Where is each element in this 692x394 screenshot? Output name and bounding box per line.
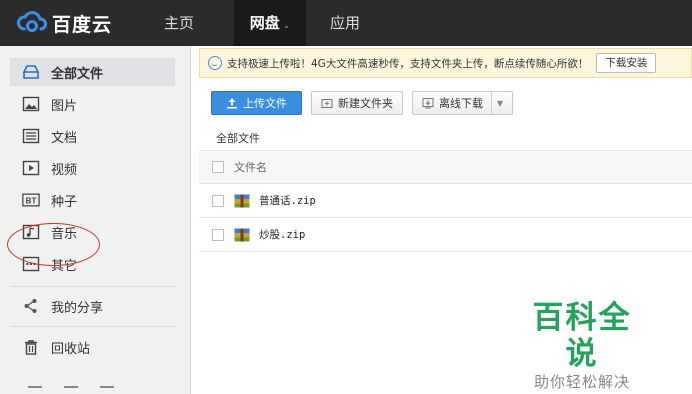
upload-button[interactable]: 上传文件 [211, 91, 302, 115]
sidebar-item-label: 全部文件 [51, 66, 104, 82]
sidebar-item-documents[interactable]: 文档 [10, 122, 175, 150]
table-row[interactable]: 普通话.zip [199, 184, 692, 218]
new-folder-button-label: 新建文件夹 [338, 97, 393, 110]
bottom-icon[interactable] [64, 386, 78, 394]
nav-home[interactable]: 主页 [164, 0, 194, 46]
file-name[interactable]: 普通话.zip [259, 193, 316, 208]
file-name[interactable]: 炒股.zip [259, 227, 305, 242]
zip-file-icon [234, 194, 250, 208]
new-folder-button[interactable]: 新建文件夹 [311, 91, 403, 115]
column-header-filename[interactable]: 文件名 [234, 159, 267, 175]
smile-icon [208, 56, 222, 70]
sidebar-bottom-icons [28, 386, 114, 394]
new-folder-icon [321, 97, 333, 109]
sidebar-item-label: 图片 [51, 98, 78, 114]
dropdown-arrow-icon[interactable]: ▼ [491, 92, 503, 114]
sidebar-item-label: 文档 [51, 130, 78, 146]
breadcrumb[interactable]: 全部文件 [216, 130, 260, 146]
sidebar-item-images[interactable]: 图片 [10, 90, 175, 118]
download-install-button[interactable]: 下载安装 [596, 53, 657, 73]
offline-download-icon [422, 97, 434, 109]
notice-bar: 支持极速上传啦！4G大文件高速秒传，支持文件夹上传，断点续传随心所欲！ 下载安装 [199, 48, 692, 78]
toolbar: 上传文件 新建文件夹 离线下载 ▼ [211, 91, 514, 115]
file-list: 文件名 普通话.zip 炒股.zip [199, 150, 692, 252]
sidebar-divider [10, 286, 175, 287]
table-row[interactable]: 炒股.zip [199, 218, 692, 252]
row-checkbox[interactable] [212, 194, 224, 207]
share-icon [22, 297, 40, 315]
zip-file-icon [234, 228, 250, 242]
cloud-logo-icon [17, 11, 48, 32]
offline-download-button[interactable]: 离线下载 ▼ [412, 91, 514, 115]
video-icon [22, 159, 40, 177]
upload-icon [226, 97, 238, 109]
sidebar-divider [10, 326, 175, 327]
notice-text: 支持极速上传啦！4G大文件高速秒传，支持文件夹上传，断点续传随心所欲！ [227, 57, 589, 70]
sidebar-item-my-shares[interactable]: 我的分享 [10, 292, 175, 320]
sidebar-item-videos[interactable]: 视频 [10, 154, 175, 182]
watermark-subtitle: 助你轻松解决 [533, 373, 630, 391]
sidebar: 全部文件 图片 文档 视频 BT 种子 音乐 其它 我的分享 回收站 [0, 46, 191, 394]
sidebar-item-label: 我的分享 [51, 300, 104, 316]
trash-icon [22, 338, 40, 356]
select-all-checkbox[interactable] [212, 161, 224, 173]
row-checkbox[interactable] [212, 228, 224, 241]
watermark: 百科全说 助你轻松解决 [517, 300, 647, 392]
bt-icon-text: BT [26, 197, 37, 206]
chevron-down-icon: ⌄ [282, 21, 291, 31]
logo-text: 百度云 [52, 13, 113, 36]
red-annotation-circle [7, 223, 100, 266]
sidebar-item-all-files[interactable]: 全部文件 [10, 58, 175, 86]
sidebar-item-label: 回收站 [51, 341, 91, 357]
image-icon [22, 95, 40, 113]
bottom-icon[interactable] [28, 386, 42, 394]
offline-download-button-label: 离线下载 [439, 97, 483, 110]
bt-icon: BT [22, 191, 40, 209]
nav-netdisk-label: 网盘 [249, 14, 280, 32]
document-icon [22, 127, 40, 145]
file-list-header: 文件名 [199, 150, 692, 184]
sidebar-item-torrents[interactable]: BT 种子 [10, 186, 175, 214]
sidebar-item-label: 视频 [51, 162, 78, 178]
sidebar-item-label: 种子 [51, 194, 78, 210]
all-files-icon [22, 63, 40, 81]
watermark-title: 百科全说 [532, 300, 632, 372]
upload-button-label: 上传文件 [243, 97, 287, 110]
sidebar-item-recycle-bin[interactable]: 回收站 [10, 333, 175, 361]
bottom-icon[interactable] [100, 386, 114, 394]
top-nav-bar: 百度云 主页 网盘 ⌄ 应用 [0, 0, 692, 46]
nav-netdisk[interactable]: 网盘 ⌄ [234, 0, 306, 46]
baidu-cloud-logo[interactable]: 百度云 [14, 9, 112, 37]
nav-apps[interactable]: 应用 [330, 0, 360, 46]
